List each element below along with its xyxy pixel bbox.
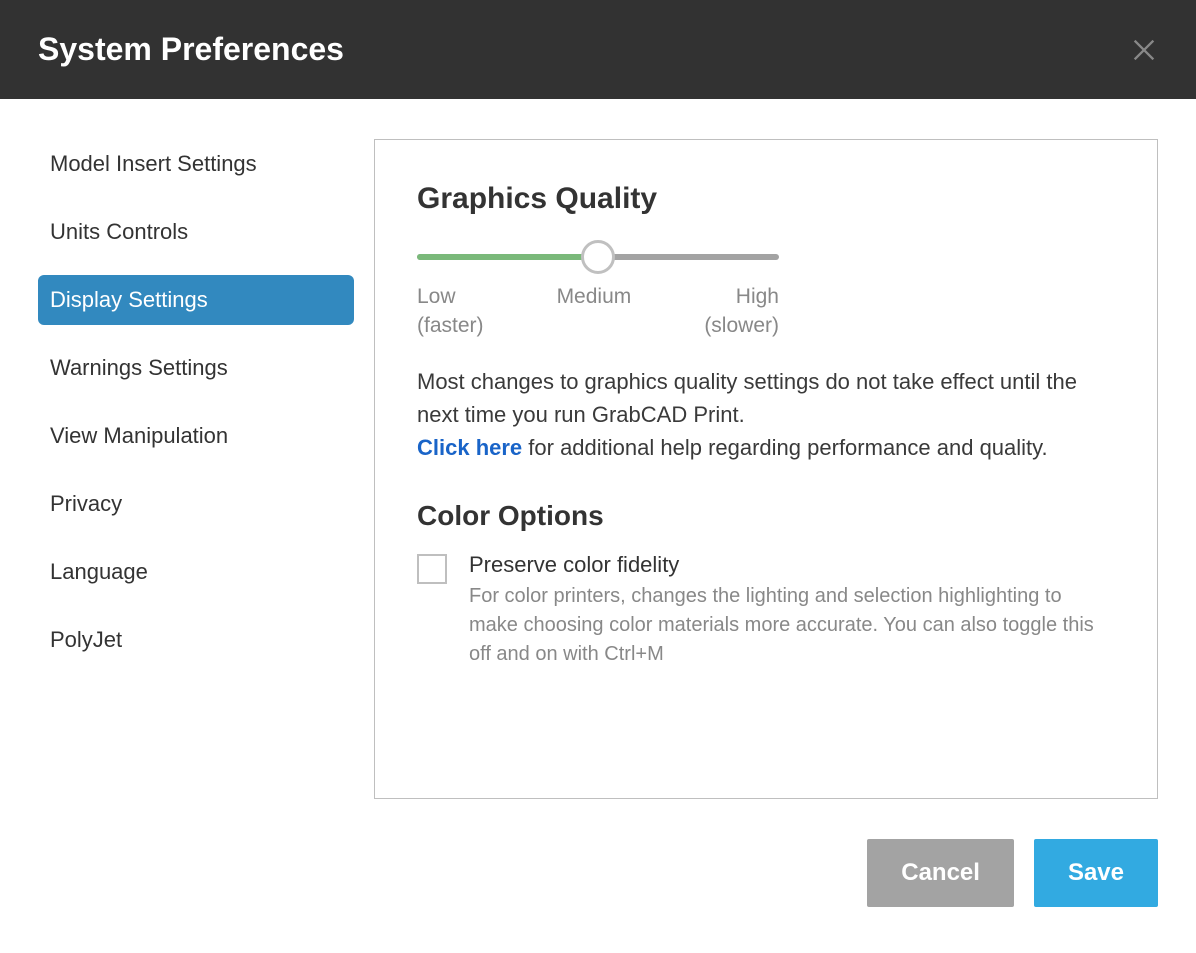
close-icon — [1130, 36, 1158, 64]
sidebar-nav: Model Insert Settings Units Controls Dis… — [38, 139, 354, 799]
dialog-header: System Preferences — [0, 0, 1196, 99]
sidebar-item-model-insert[interactable]: Model Insert Settings — [38, 139, 354, 189]
preserve-color-fidelity-checkbox[interactable] — [417, 554, 447, 584]
sidebar-item-warnings-settings[interactable]: Warnings Settings — [38, 343, 354, 393]
settings-panel: Graphics Quality Low (faster) Medium Hig… — [374, 139, 1158, 799]
slider-label-medium: Medium — [557, 282, 632, 341]
dialog-title: System Preferences — [38, 31, 344, 68]
sidebar-item-units-controls[interactable]: Units Controls — [38, 207, 354, 257]
sidebar-item-display-settings[interactable]: Display Settings — [38, 275, 354, 325]
graphics-quality-slider[interactable] — [417, 254, 779, 260]
slider-track[interactable] — [417, 254, 779, 260]
dialog-footer: Cancel Save — [0, 799, 1196, 907]
sidebar-item-language[interactable]: Language — [38, 547, 354, 597]
dialog-body: Model Insert Settings Units Controls Dis… — [0, 99, 1196, 799]
close-button[interactable] — [1130, 36, 1158, 64]
save-button[interactable]: Save — [1034, 839, 1158, 907]
checkbox-content: Preserve color fidelity For color printe… — [469, 552, 1113, 669]
slider-label-high: High (slower) — [704, 282, 779, 341]
slider-labels: Low (faster) Medium High (slower) — [417, 282, 779, 341]
sidebar-item-view-manipulation[interactable]: View Manipulation — [38, 411, 354, 461]
help-link[interactable]: Click here — [417, 435, 522, 460]
slider-thumb[interactable] — [581, 240, 615, 274]
graphics-quality-heading: Graphics Quality — [417, 182, 1113, 216]
preserve-color-fidelity-hint: For color printers, changes the lighting… — [469, 582, 1113, 669]
graphics-quality-description: Most changes to graphics quality setting… — [417, 365, 1113, 464]
preserve-color-fidelity-label: Preserve color fidelity — [469, 552, 1113, 578]
sidebar-item-privacy[interactable]: Privacy — [38, 479, 354, 529]
color-options-heading: Color Options — [417, 500, 1113, 532]
slider-label-low: Low (faster) — [417, 282, 484, 341]
cancel-button[interactable]: Cancel — [867, 839, 1014, 907]
sidebar-item-polyjet[interactable]: PolyJet — [38, 615, 354, 665]
preserve-color-fidelity-row: Preserve color fidelity For color printe… — [417, 552, 1113, 669]
slider-fill — [417, 254, 598, 260]
